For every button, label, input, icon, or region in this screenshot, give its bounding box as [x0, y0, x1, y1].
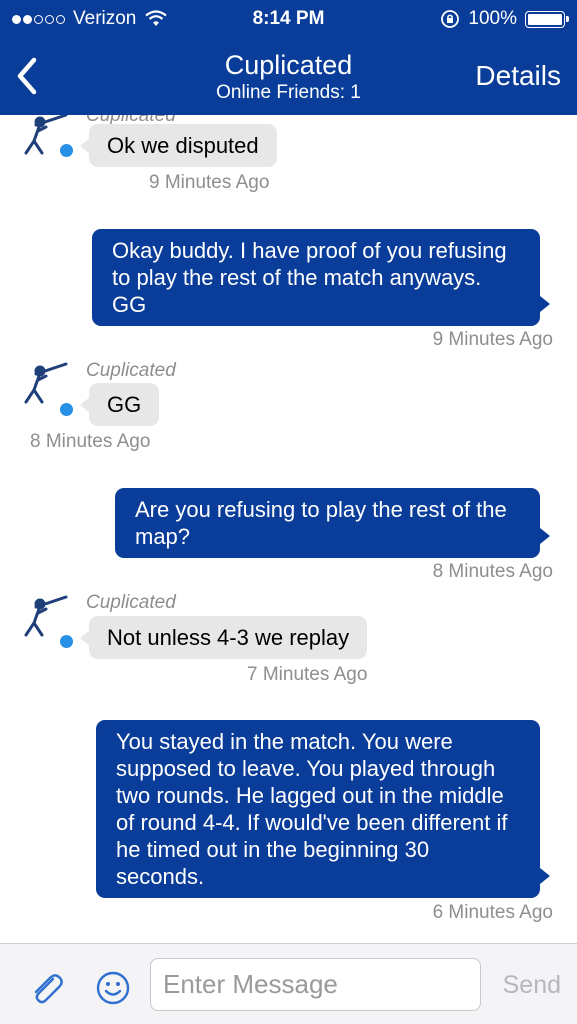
details-button[interactable]: Details [475, 60, 561, 92]
message-timestamp: 8 Minutes Ago [432, 561, 553, 582]
paperclip-icon[interactable] [26, 968, 66, 1008]
online-indicator [58, 401, 75, 418]
online-indicator [58, 633, 75, 650]
sender-name: Cuplicated [86, 360, 176, 381]
message-timestamp: 9 Minutes Ago [432, 329, 553, 350]
orientation-lock-icon [441, 10, 460, 28]
outgoing-message-bubble[interactable]: Okay buddy. I have proof of you refusing… [92, 229, 550, 326]
status-right: 100% [440, 8, 569, 30]
incoming-message-bubble[interactable]: GG [79, 383, 160, 426]
smiley-icon[interactable] [93, 968, 133, 1008]
message-timestamp: 7 Minutes Ago [247, 664, 368, 685]
incoming-message-bubble[interactable]: Not unless 4-3 we replay [79, 616, 368, 659]
message-timestamp: 6 Minutes Ago [432, 902, 553, 923]
online-indicator [58, 142, 75, 159]
message-composer: Send [0, 943, 577, 1024]
outgoing-message-bubble[interactable]: You stayed in the match. You were suppos… [96, 720, 550, 898]
battery-icon [525, 10, 569, 28]
status-bar: Verizon 8:14 PM 100% [0, 0, 577, 38]
nav-header: Verizon 8:14 PM 100% Cuplicated Online F… [0, 0, 577, 115]
message-list[interactable]: Cuplicated Ok we disputed 9 Minutes Ago … [0, 115, 577, 943]
message-input[interactable] [150, 958, 481, 1011]
message-timestamp: 9 Minutes Ago [149, 172, 270, 193]
send-button[interactable]: Send [503, 971, 561, 1000]
incoming-message-bubble[interactable]: Ok we disputed [80, 124, 277, 167]
battery-percent: 100% [468, 8, 517, 29]
sender-name: Cuplicated [86, 592, 176, 613]
message-timestamp: 8 Minutes Ago [30, 431, 151, 452]
outgoing-message-bubble[interactable]: Are you refusing to play the rest of the… [115, 488, 550, 558]
